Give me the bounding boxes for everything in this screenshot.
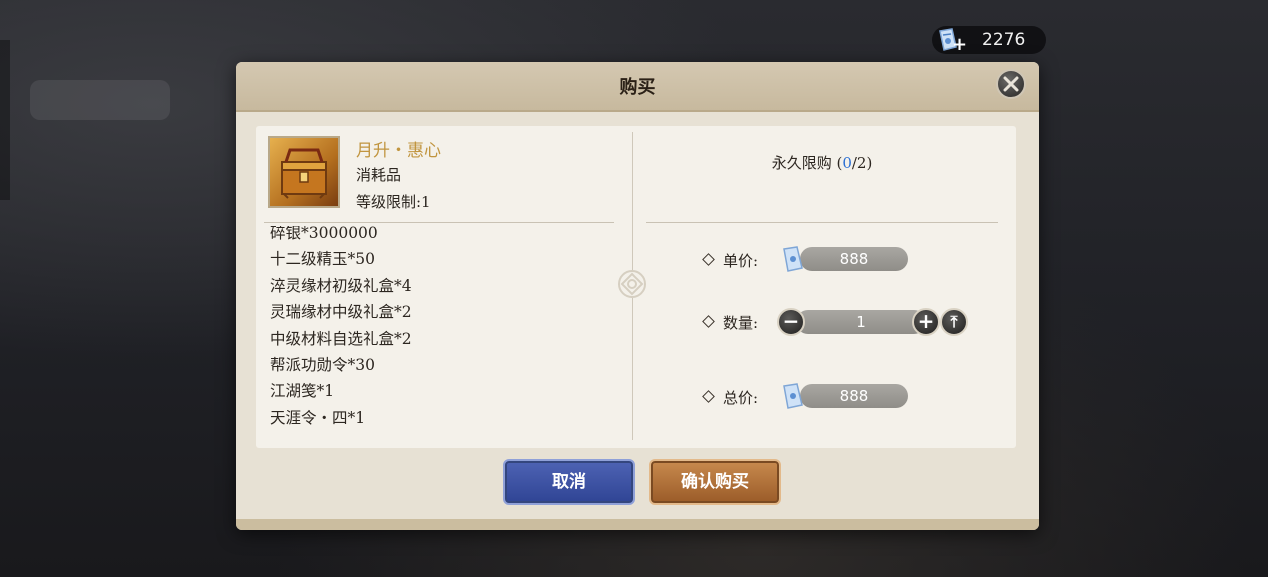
currency-amount: 2276 [982,30,1026,50]
total-price-value: 888 [800,384,908,408]
item-level-limit: 等级限制:1 [356,193,431,211]
close-button[interactable] [996,69,1026,99]
list-item: 天涯令・四*1 [270,408,366,427]
background-ui-blur [30,80,170,120]
list-item: 十二级精玉*50 [270,250,375,269]
ticket-currency-icon [780,245,806,273]
purchase-dialog: 购买 月升・惠心 消耗品 等级限制:1 碎银*3000000 十二级精玉*50 … [236,62,1039,530]
dialog-header: 购买 [236,62,1039,112]
dialog-content-panel: 月升・惠心 消耗品 等级限制:1 碎银*3000000 十二级精玉*50 淬灵缘… [256,126,1016,448]
purchase-limit-label: 永久限购 ( [771,154,843,172]
currency-display[interactable]: + 2276 [932,26,1046,54]
quantity-label-text: 数量: [723,314,759,332]
quantity-max-button[interactable]: ⤒ [940,308,968,336]
dialog-footer-band [236,519,1039,530]
quantity-decrease-button[interactable]: − [777,308,805,336]
quantity-value[interactable]: 1 [796,310,926,334]
quantity-label: 数量: [702,312,759,333]
dialog-title: 购买 [619,77,656,98]
confirm-purchase-button[interactable]: 确认购买 [649,459,781,505]
unit-price-label: 单价: [702,250,759,271]
left-divider [264,222,614,223]
unit-price-value: 888 [800,247,908,271]
quantity-increase-button[interactable]: + [912,308,940,336]
item-name: 月升・惠心 [356,141,441,161]
list-item: 灵瑞缘材中级礼盒*2 [270,303,412,322]
total-price-label-text: 总价: [723,389,759,407]
diamond-bullet-icon [702,390,715,403]
close-icon [1003,76,1019,92]
right-divider [646,222,998,223]
list-item: 碎银*3000000 [270,226,378,242]
ornament-knot-icon [617,269,647,299]
purchase-limit-max: /2) [851,154,873,172]
total-price-label: 总价: [702,387,759,408]
unit-price-label-text: 单价: [723,252,759,270]
list-item: 淬灵缘材初级礼盒*4 [270,276,412,295]
list-item: 中级材料自选礼盒*2 [270,329,412,348]
item-type: 消耗品 [356,166,402,184]
item-contents-list[interactable]: 碎银*3000000 十二级精玉*50 淬灵缘材初级礼盒*4 灵瑞缘材中级礼盒*… [270,226,610,438]
background-edge [0,40,10,200]
plus-icon[interactable]: + [952,36,967,54]
list-item: 帮派功勋令*30 [270,355,375,374]
cancel-button[interactable]: 取消 [503,459,635,505]
diamond-bullet-icon [702,253,715,266]
diamond-bullet-icon [702,315,715,328]
list-item: 江湖笺*1 [270,382,335,401]
ticket-currency-icon [780,382,806,410]
purchase-limit-current: 0 [842,154,852,172]
purchase-limit: 永久限购 (0/2) [646,152,998,173]
treasure-chest-icon [268,136,340,208]
